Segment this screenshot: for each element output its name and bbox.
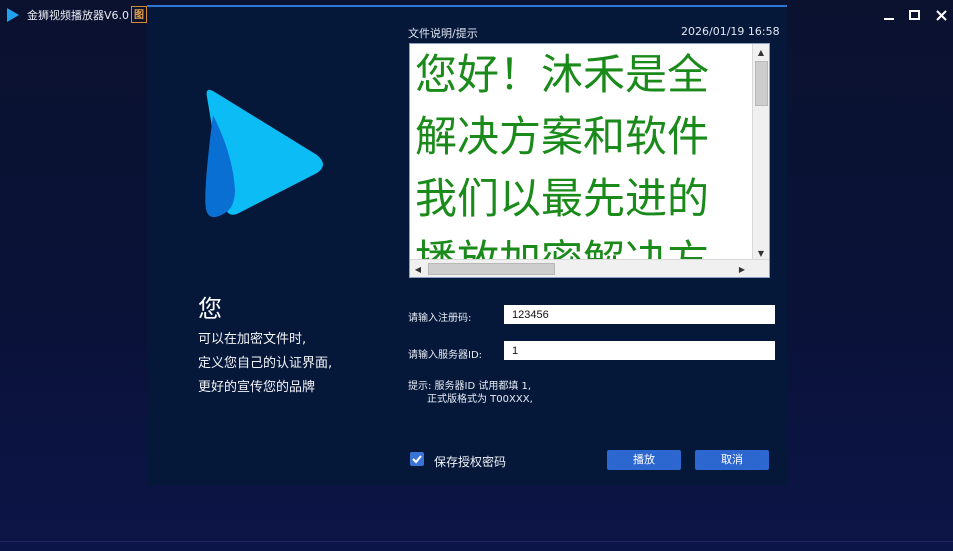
vertical-scroll-thumb[interactable]	[755, 61, 768, 106]
cancel-button[interactable]: 取消	[695, 450, 769, 470]
scroll-right-icon[interactable]: ▶	[734, 261, 750, 277]
scroll-left-icon[interactable]: ◀	[410, 261, 426, 277]
play-button[interactable]: 播放	[607, 450, 681, 470]
intro-line-2: 定义您自己的认证界面,	[198, 356, 333, 371]
description-line: 解决方案和软件	[415, 112, 710, 161]
server-id-input[interactable]	[504, 341, 775, 360]
registration-code-input[interactable]	[504, 305, 775, 324]
hint-title: 文件说明/提示	[408, 27, 478, 40]
datetime: 2026/01/19 16:58	[681, 25, 780, 38]
close-button[interactable]	[931, 6, 951, 24]
description-textbox[interactable]: 您好！沐禾是全 解决方案和软件 我们以最先进的 播放加密解决方 ▲ ▼ ◀ ▶	[409, 43, 770, 278]
title-badge: 图	[131, 6, 147, 23]
maximize-button[interactable]	[904, 6, 924, 24]
intro-line-3: 更好的宣传您的品牌	[198, 380, 316, 395]
server-id-label: 请输入服务器ID:	[408, 350, 483, 361]
save-password-checkbox[interactable]	[410, 452, 424, 466]
description-line: 我们以最先进的	[415, 174, 710, 223]
description-text: 您好！沐禾是全 解决方案和软件 我们以最先进的 播放加密解决方	[415, 44, 765, 262]
vertical-scrollbar[interactable]	[752, 44, 769, 262]
scroll-up-icon[interactable]: ▲	[753, 44, 769, 60]
app-play-icon	[7, 8, 19, 22]
intro-headline: 您	[198, 295, 222, 323]
maximize-icon	[908, 10, 920, 20]
bottom-divider	[0, 541, 953, 542]
intro-line-1: 可以在加密文件时,	[198, 332, 307, 347]
checkmark-icon	[412, 455, 422, 464]
description-line: 播放加密解决方	[415, 236, 710, 262]
horizontal-scrollbar[interactable]	[410, 259, 769, 277]
save-password-label[interactable]: 保存授权密码	[434, 453, 506, 470]
description-line: 您好！沐禾是全	[415, 50, 710, 99]
minimize-icon	[884, 18, 894, 20]
app-title: 金狮视频播放器V6.0	[27, 9, 130, 22]
auth-dialog: 您 可以在加密文件时, 定义您自己的认证界面, 更好的宣传您的品牌 文件说明/提…	[147, 5, 787, 485]
tip-line-2: 正式版格式为 T00XXX,	[427, 394, 533, 405]
close-icon	[935, 9, 947, 21]
minimize-button[interactable]	[879, 6, 899, 24]
play-logo-icon	[205, 89, 323, 218]
registration-code-label: 请输入注册码:	[408, 313, 472, 324]
horizontal-scroll-thumb[interactable]	[428, 263, 555, 275]
